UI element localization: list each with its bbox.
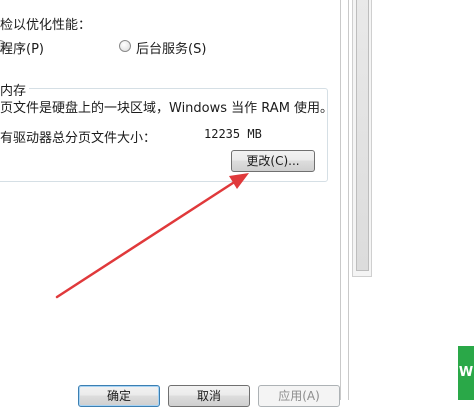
total-paging-value: 12235 MB bbox=[204, 127, 262, 141]
scrollbar-thumb[interactable] bbox=[356, 0, 369, 271]
radio-background-label[interactable]: 后台服务(S) bbox=[136, 38, 206, 57]
performance-options-dialog: 检以优化性能： 程序(P) 后台服务(S) 内存 页文件是硬盘上的一块区域，Wi… bbox=[0, 0, 340, 407]
frame-edge-line bbox=[348, 0, 349, 400]
radio-programs-label[interactable]: 程序(P) bbox=[0, 38, 44, 57]
apply-button[interactable]: 应用(A) bbox=[258, 385, 340, 407]
total-paging-label: 有驱动器总分页文件大小： bbox=[0, 131, 157, 146]
cancel-button[interactable]: 取消 bbox=[168, 385, 250, 407]
radio-background-services[interactable] bbox=[119, 40, 131, 52]
performance-heading: 检以优化性能： bbox=[0, 18, 92, 33]
change-button[interactable]: 更改(C)... bbox=[231, 150, 315, 172]
ok-button[interactable]: 确定 bbox=[78, 385, 160, 407]
virtual-memory-description: 页文件是硬盘上的一块区域，Windows 当作 RAM 使用。 bbox=[0, 101, 334, 116]
watermark-logo: W bbox=[458, 346, 474, 400]
vertical-scrollbar[interactable] bbox=[352, 0, 372, 277]
dialog-footer: 确定 取消 应用(A) bbox=[0, 380, 340, 407]
frame-edge-line bbox=[340, 0, 341, 400]
